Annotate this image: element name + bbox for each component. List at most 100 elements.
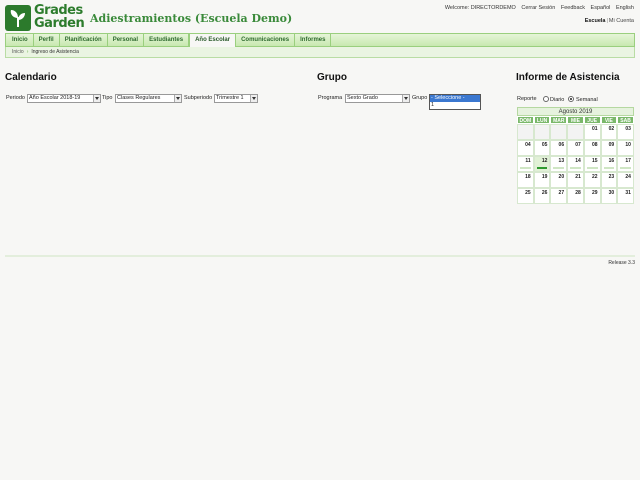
- calendar-day[interactable]: 07: [567, 140, 584, 156]
- subperiodo-value: Trimestre 1: [216, 95, 244, 101]
- calendar-day[interactable]: 18: [517, 172, 534, 188]
- calendar-day[interactable]: 27: [550, 188, 568, 204]
- release-version: Release 3.3: [608, 260, 635, 266]
- semanal-radio[interactable]: [568, 96, 574, 102]
- calendar-day[interactable]: 20: [550, 172, 568, 188]
- calendar-day[interactable]: 09: [600, 140, 618, 156]
- attendance-indicator: [536, 167, 548, 169]
- calendar-empty-cell: [517, 124, 534, 140]
- grupo-option-seleccione[interactable]: - Seleccione -: [430, 95, 480, 102]
- grupo-label: Grupo: [412, 95, 428, 101]
- calendar-day-number: 30: [608, 190, 615, 196]
- calendar-day[interactable]: 05: [533, 140, 551, 156]
- calendar-day[interactable]: 02: [600, 124, 618, 140]
- sprout-icon: [5, 5, 31, 31]
- calendar-day[interactable]: 26: [533, 188, 551, 204]
- chevron-down-icon: [402, 95, 409, 102]
- spanish-link[interactable]: Español: [591, 5, 611, 11]
- calendar-day[interactable]: 31: [617, 188, 634, 204]
- nav-planificacion[interactable]: Planificación: [60, 34, 108, 46]
- feedback-link[interactable]: Feedback: [561, 5, 585, 11]
- calendar-day[interactable]: 12: [533, 156, 551, 172]
- calendar-day[interactable]: 01: [583, 124, 601, 140]
- calendar-day-number: 28: [575, 190, 581, 196]
- calendar-day-number: 23: [608, 174, 615, 180]
- breadcrumb: Inicio › Ingreso de Asistencia: [5, 47, 635, 58]
- calendar-day[interactable]: 23: [600, 172, 618, 188]
- calendar-day-number: 26: [541, 190, 548, 196]
- grupo-listbox[interactable]: - Seleccione - 1: [429, 94, 481, 110]
- programa-select[interactable]: Sexto Grado: [345, 94, 410, 103]
- school-title: Adiestramientos (Escuela Demo): [90, 12, 293, 25]
- calendar-day-number: 25: [525, 190, 531, 196]
- nav-informes[interactable]: Informes: [295, 34, 332, 46]
- calendar-day[interactable]: 29: [583, 188, 601, 204]
- calendar-day[interactable]: 14: [567, 156, 584, 172]
- footer-divider: [5, 255, 635, 257]
- welcome-text: Welcome: DIRECTORDEMO: [444, 5, 516, 11]
- chevron-down-icon: [250, 95, 257, 102]
- nav-inicio[interactable]: Inicio: [7, 34, 34, 46]
- calendar-day-number: 04: [525, 142, 531, 148]
- weekday-header: MIE: [567, 116, 584, 124]
- chevron-down-icon: [93, 95, 100, 102]
- calendar-day[interactable]: 04: [517, 140, 534, 156]
- calendar-day[interactable]: 19: [533, 172, 551, 188]
- nav-comunicaciones[interactable]: Comunicaciones: [236, 34, 296, 46]
- calendar-day[interactable]: 15: [583, 156, 601, 172]
- tipo-label: Tipo: [102, 95, 113, 101]
- calendar-day[interactable]: 24: [617, 172, 634, 188]
- english-link[interactable]: English: [616, 5, 634, 11]
- calendar-day[interactable]: 21: [567, 172, 584, 188]
- attendance-indicator: [520, 167, 531, 169]
- diario-radio[interactable]: [543, 96, 549, 102]
- calendar-day[interactable]: 11: [517, 156, 534, 172]
- calendar-empty-cell: [533, 124, 551, 140]
- calendar-day[interactable]: 30: [600, 188, 618, 204]
- periodo-value: Año Escolar 2018-19: [29, 95, 81, 101]
- calendar-day-number: 15: [591, 158, 598, 164]
- calendar-day[interactable]: 03: [617, 124, 634, 140]
- calendar-day-number: 19: [541, 174, 548, 180]
- calendar-day[interactable]: 08: [583, 140, 601, 156]
- calendar-grid: DOM LUN MAR MIE JUE VIE SAB 01 02 03 04 05 06…: [517, 116, 634, 204]
- calendar-day-number: 07: [575, 142, 581, 148]
- weekday-header: VIE: [600, 116, 618, 124]
- calendar-day-number: 22: [591, 174, 598, 180]
- calendar-day-number: 24: [625, 174, 631, 180]
- grupo-option-1[interactable]: 1: [430, 102, 480, 109]
- calendar-day[interactable]: 10: [617, 140, 634, 156]
- breadcrumb-current: Ingreso de Asistencia: [31, 49, 79, 55]
- subperiodo-select[interactable]: Trimestre 1: [214, 94, 258, 103]
- grades-garden-logo[interactable]: Grades Garden: [5, 4, 85, 31]
- calendar-day[interactable]: 06: [550, 140, 568, 156]
- diario-label: Diario: [550, 97, 565, 103]
- calendar-day-number: 01: [591, 126, 598, 132]
- calendar-day[interactable]: 22: [583, 172, 601, 188]
- attendance-indicator: [586, 167, 598, 169]
- calendar-day[interactable]: 28: [567, 188, 584, 204]
- calendar-day[interactable]: 16: [600, 156, 618, 172]
- nav-personal[interactable]: Personal: [108, 34, 145, 46]
- calendar-day[interactable]: 25: [517, 188, 534, 204]
- breadcrumb-home[interactable]: Inicio: [12, 49, 24, 55]
- calendar-day-number: 18: [525, 174, 531, 180]
- programa-value: Sexto Grado: [347, 95, 378, 101]
- calendar-day[interactable]: 17: [617, 156, 634, 172]
- calendar-empty-cell: [550, 124, 568, 140]
- logout-link[interactable]: Cerrar Sesión: [521, 5, 555, 11]
- calendar-day[interactable]: 13: [550, 156, 568, 172]
- calendar-day-number: 27: [558, 190, 565, 196]
- calendar-day-number: 03: [625, 126, 631, 132]
- my-account-link[interactable]: Mi Cuenta: [609, 18, 634, 24]
- nav-ano-escolar[interactable]: Año Escolar: [189, 33, 237, 47]
- grupo-title: Grupo: [317, 72, 347, 83]
- nav-estudiantes[interactable]: Estudiantes: [144, 34, 190, 46]
- calendar-day-number: 09: [608, 142, 615, 148]
- tipo-select[interactable]: Clases Regulares: [115, 94, 182, 103]
- school-scope-link[interactable]: Escuela: [585, 18, 606, 24]
- nav-perfil[interactable]: Perfil: [34, 34, 60, 46]
- top-links: Welcome: DIRECTORDEMO Cerrar Sesión Feed…: [441, 5, 634, 11]
- periodo-select[interactable]: Año Escolar 2018-19: [27, 94, 101, 103]
- weekday-header: LUN: [533, 116, 551, 124]
